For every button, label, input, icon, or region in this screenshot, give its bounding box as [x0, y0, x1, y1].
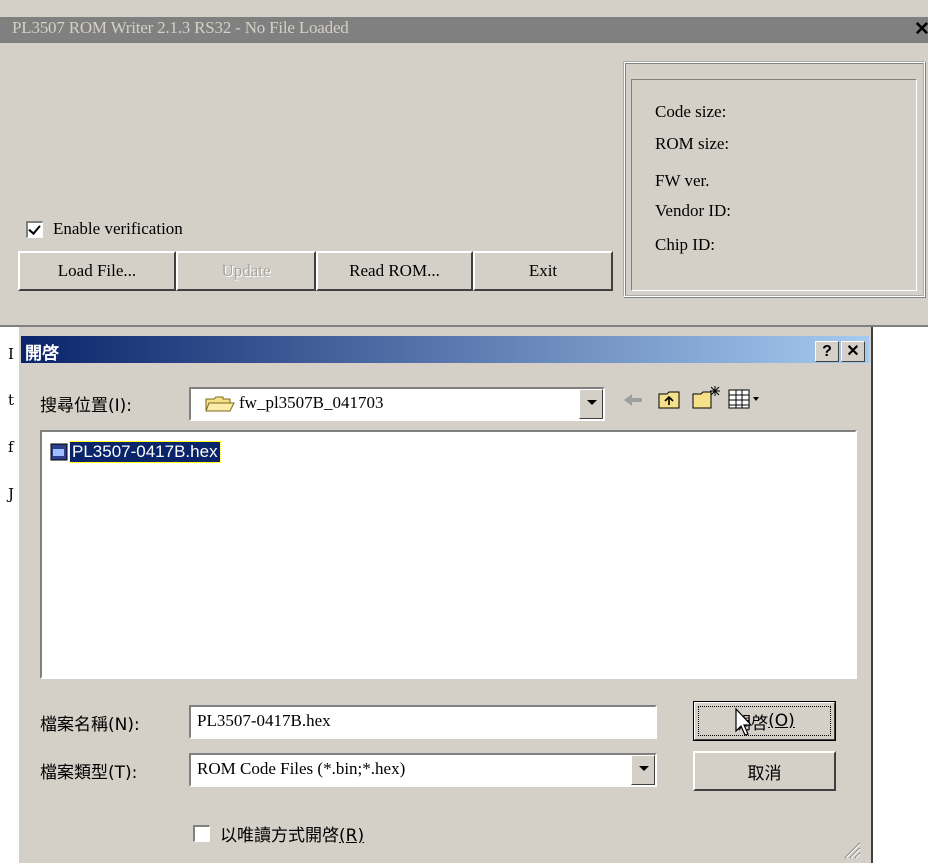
rom-size-label: ROM size: — [655, 134, 730, 153]
rom-info-panel: Code size: ROM size: FW ver. Vendor ID: … — [623, 61, 925, 297]
rom-info-inner: Code size: ROM size: FW ver. Vendor ID: … — [631, 79, 917, 291]
chevron-down-icon[interactable] — [579, 389, 603, 419]
look-in-text: 搜尋位置 — [40, 396, 108, 416]
mouse-cursor-icon — [735, 707, 753, 736]
filename-input[interactable]: PL3507-0417B.hex — [189, 705, 657, 739]
up-folder-icon[interactable] — [657, 388, 683, 412]
filename-value: PL3507-0417B.hex — [197, 711, 331, 730]
filetype-key: (T): — [108, 763, 138, 783]
list-item[interactable]: PL3507-0417B.hex — [50, 441, 221, 463]
read-rom-button[interactable]: Read ROM... — [316, 251, 473, 291]
filetype-label: 檔案類型(T): — [40, 758, 137, 783]
readonly-key: (R) — [339, 826, 365, 846]
filetype-label-text: 檔案類型 — [40, 763, 108, 783]
doc-fragment: I — [8, 345, 14, 363]
dialog-close-button[interactable]: ✕ — [841, 341, 865, 362]
focus-rect — [698, 706, 831, 736]
fw-ver-label: FW ver. — [655, 171, 710, 190]
enable-verification-checkbox[interactable]: Enable verification — [26, 217, 183, 241]
view-menu-icon[interactable] — [727, 387, 763, 411]
filename-label-text: 檔案名稱 — [40, 715, 108, 735]
rom-writer-title: PL3507 ROM Writer 2.1.3 RS32 - No File L… — [12, 18, 349, 37]
open-dialog-title: 開啓 — [25, 344, 59, 364]
resize-grip-icon[interactable] — [841, 839, 861, 859]
vendor-id-label: Vendor ID: — [655, 201, 732, 220]
filetype-select[interactable]: ROM Code Files (*.bin;*.hex) — [189, 753, 657, 787]
folder-open-icon — [205, 396, 235, 412]
chip-id-label: Chip ID: — [655, 235, 715, 254]
readonly-label: 以唯讀方式開啓(R) — [220, 821, 364, 846]
chevron-down-icon[interactable] — [631, 755, 655, 785]
exit-button[interactable]: Exit — [473, 251, 613, 291]
look-in-value: fw_pl3507B_041703 — [239, 393, 384, 412]
hex-file-icon — [50, 443, 68, 461]
look-in-key: (I): — [108, 396, 133, 416]
back-arrow-icon[interactable] — [622, 390, 646, 412]
look-in-combobox[interactable]: fw_pl3507B_041703 — [189, 387, 605, 421]
file-name: PL3507-0417B.hex — [69, 441, 221, 463]
filename-key: (N): — [108, 715, 140, 735]
new-folder-icon[interactable] — [691, 384, 721, 412]
rom-writer-titlebar: PL3507 ROM Writer 2.1.3 RS32 - No File L… — [0, 17, 928, 43]
readonly-label-text: 以唯讀方式開啓 — [220, 826, 339, 846]
code-size-label: Code size: — [655, 102, 727, 121]
doc-fragment: f — [8, 438, 14, 456]
enable-verification-label: Enable verification — [53, 219, 183, 238]
open-file-dialog: 開啓 ? ✕ 搜尋位置(I): fw_pl3507B_041703 PL3507… — [17, 327, 873, 863]
readonly-checkbox[interactable]: 以唯讀方式開啓(R) — [193, 821, 364, 846]
checkbox-unchecked-icon[interactable] — [193, 825, 210, 842]
filetype-value: ROM Code Files (*.bin;*.hex) — [197, 759, 406, 778]
file-list[interactable]: PL3507-0417B.hex — [40, 430, 857, 679]
checkbox-checked-icon[interactable] — [26, 220, 43, 238]
load-file-button[interactable]: Load File... — [18, 251, 176, 291]
open-dialog-titlebar: 開啓 ? ✕ — [21, 336, 869, 364]
cancel-button[interactable]: 取消 — [693, 751, 836, 791]
open-button[interactable]: 開啓 (O) — [693, 701, 836, 741]
help-button[interactable]: ? — [815, 341, 839, 362]
look-in-label: 搜尋位置(I): — [40, 391, 132, 416]
update-button[interactable]: Update — [176, 251, 316, 291]
rom-writer-window: PL3507 ROM Writer 2.1.3 RS32 - No File L… — [0, 0, 928, 327]
doc-fragment: J — [8, 485, 15, 503]
filename-label: 檔案名稱(N): — [40, 710, 140, 735]
rom-writer-close-button[interactable]: ✕ — [913, 19, 928, 40]
doc-fragment: t — [8, 391, 15, 409]
